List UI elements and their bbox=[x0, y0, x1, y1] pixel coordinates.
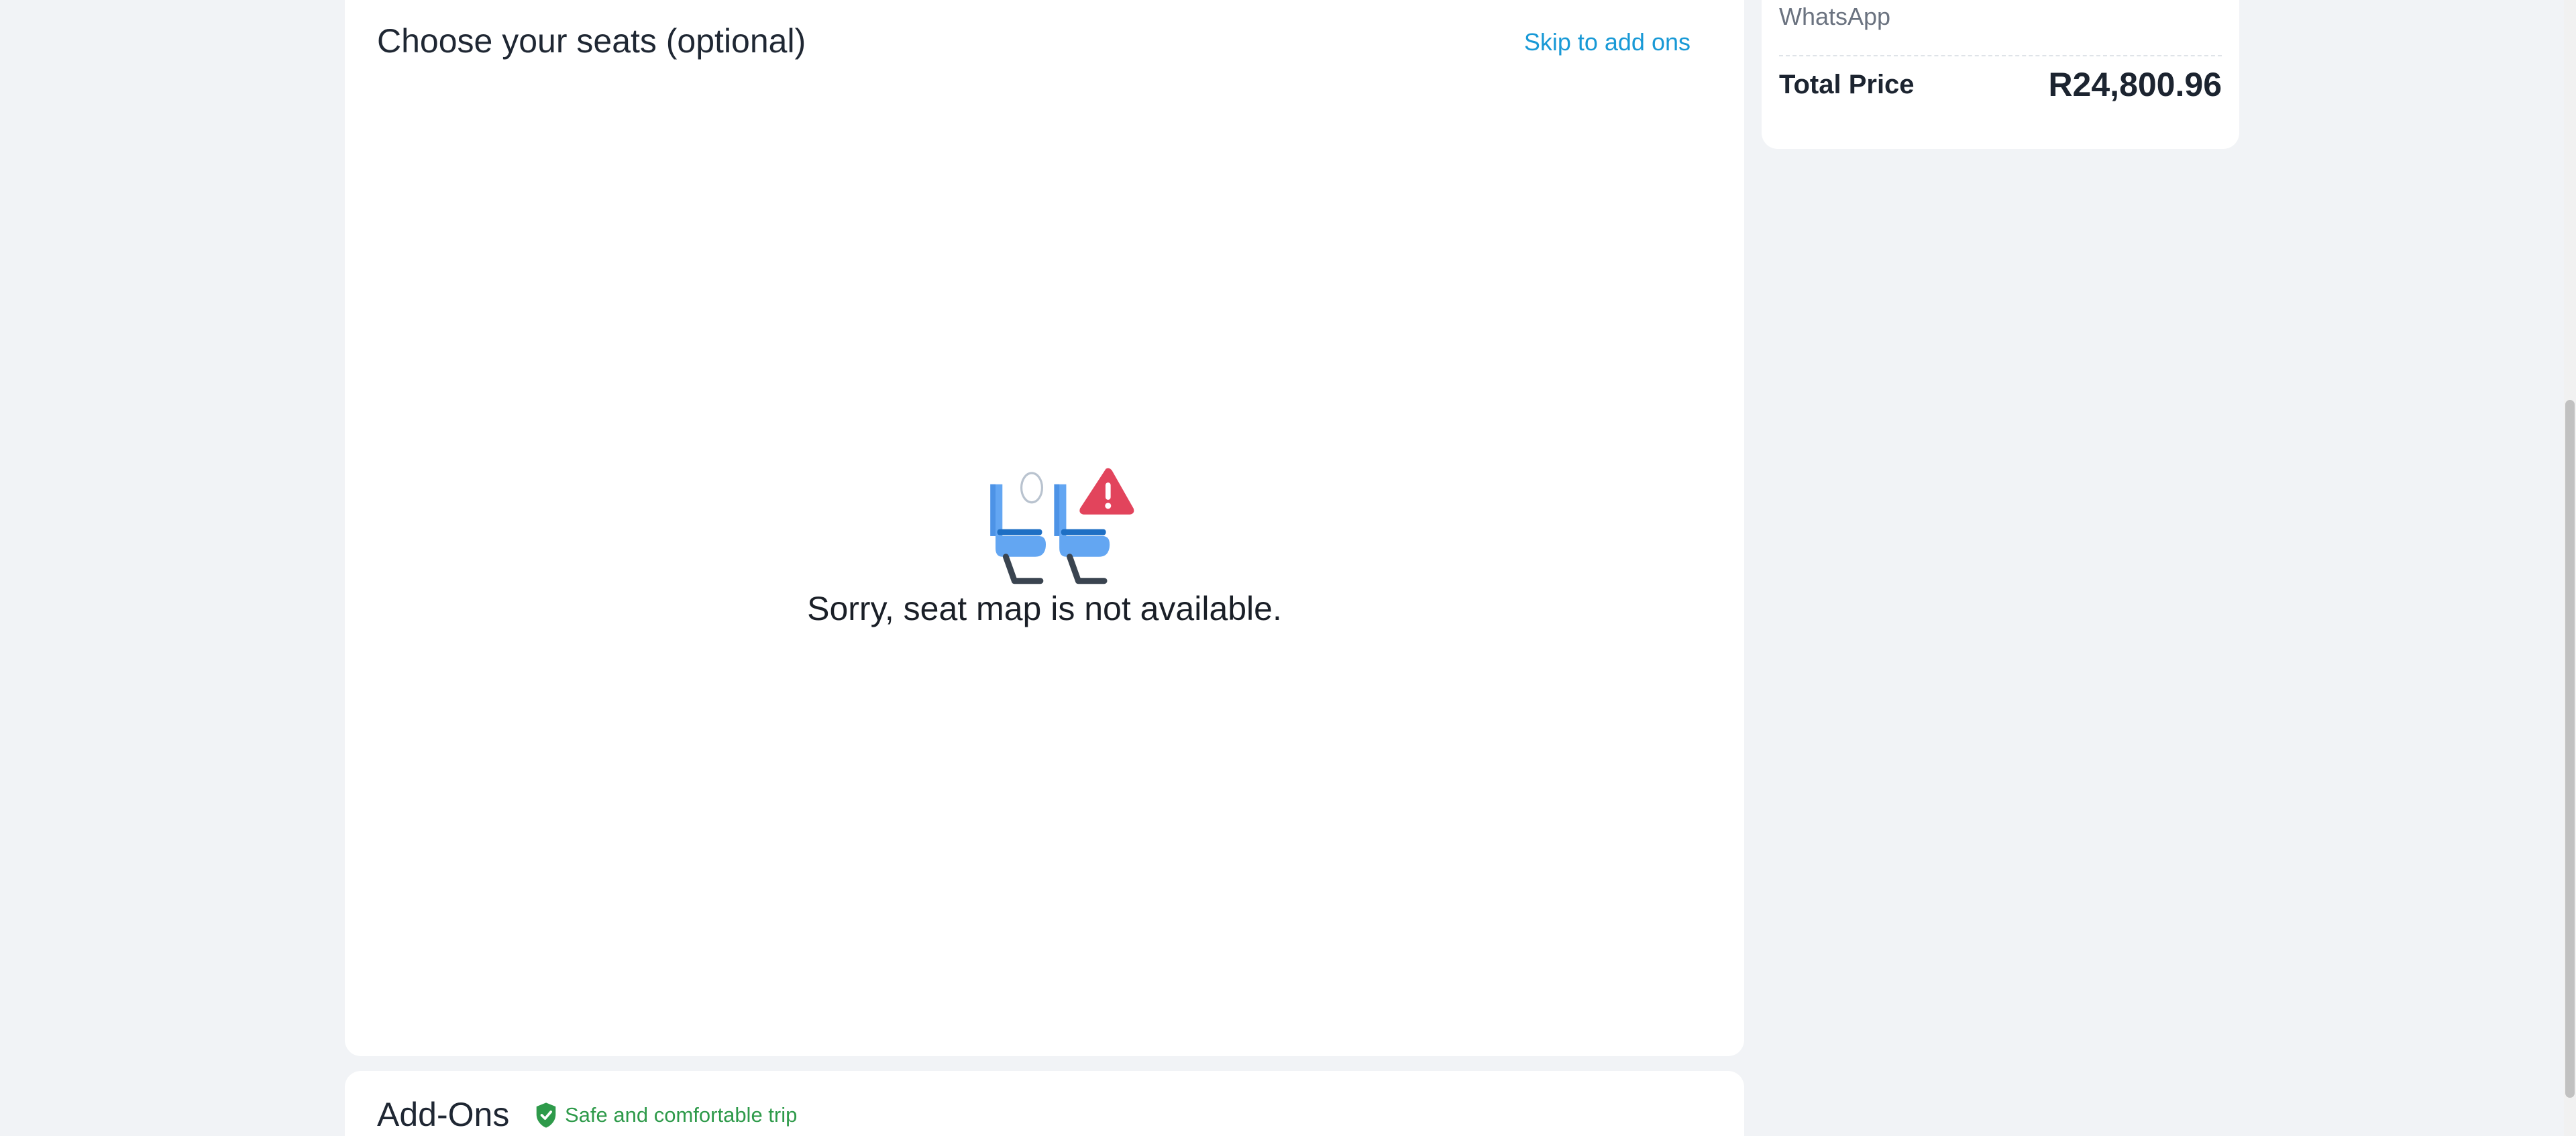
add-ons-title: Add-Ons bbox=[377, 1096, 510, 1133]
skip-to-add-ons-link[interactable]: Skip to add ons bbox=[1524, 28, 1690, 56]
total-price-label: Total Price bbox=[1779, 70, 1915, 99]
summary-divider bbox=[1779, 55, 2222, 56]
safe-trip-badge: Safe and comfortable trip bbox=[534, 1102, 797, 1129]
seat-selection-title: Choose your seats (optional) bbox=[377, 22, 806, 60]
whatsapp-label: WhatsApp bbox=[1779, 3, 1891, 30]
page: Choose your seats (optional) Skip to add… bbox=[0, 0, 2576, 1136]
add-ons-card: Add-Ons Safe and comfortable trip bbox=[345, 1071, 1744, 1136]
shield-check-icon bbox=[536, 1102, 556, 1128]
safe-trip-badge-text: Safe and comfortable trip bbox=[565, 1103, 798, 1127]
price-summary-card: WhatsApp Total Price R24,800.96 bbox=[1762, 0, 2239, 149]
seat-map-unavailable-message: Sorry, seat map is not available. bbox=[807, 590, 1282, 627]
page-scrollbar-thumb[interactable] bbox=[2565, 400, 2575, 1098]
seat-selection-card: Choose your seats (optional) Skip to add… bbox=[345, 0, 1744, 1056]
seat-unavailable-icon bbox=[990, 468, 1134, 584]
total-price-value: R24,800.96 bbox=[2048, 66, 2222, 103]
